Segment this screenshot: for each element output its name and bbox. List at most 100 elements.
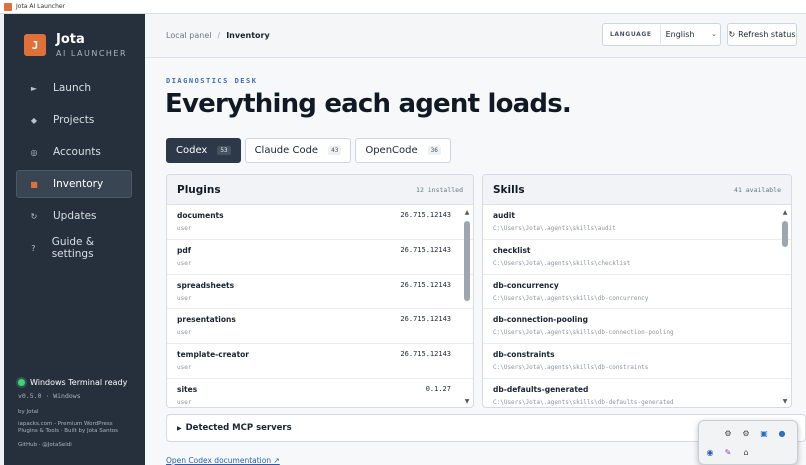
tab-codex[interactable]: Codex 53 [166, 138, 241, 163]
item-name: db-connection-pooling [493, 315, 588, 325]
item-version: 26.715.12143 [400, 245, 451, 254]
tab-label: Claude Code [254, 145, 319, 156]
item-name: db-constraints [493, 350, 555, 360]
brand: J Jota AI LAUNCHER [24, 32, 127, 58]
item-name: sites [177, 384, 198, 394]
pen-icon[interactable]: ✎ [723, 447, 733, 457]
window-title: Jota AI Launcher [16, 3, 66, 10]
list-item[interactable]: db-constraints C:\Users\Jota\.agents\ski… [483, 344, 791, 379]
sidebar-item-guide-settings[interactable]: ? Guide & settings [16, 234, 132, 262]
panel-count: 41 available [734, 185, 781, 194]
tab-count-badge: 43 [328, 146, 342, 155]
usb-icon[interactable]: ⌂ [741, 447, 751, 457]
status-text: Windows Terminal ready [30, 378, 128, 387]
sidebar: J Jota AI LAUNCHER ► Launch ◆ Projects ◎… [4, 14, 145, 465]
topbar: Local panel / Inventory LANGUAGE English ⌄… [145, 14, 806, 58]
item-version: 26.715.12143 [400, 211, 451, 219]
mcp-label: Detected MCP servers [185, 423, 292, 433]
refresh-label: Refresh status [738, 30, 796, 39]
panel-header: Skills 41 available [483, 175, 791, 205]
list-item[interactable]: presentations user 26.715.12143 [167, 309, 473, 345]
panel-header: Plugins 12 installed [167, 175, 473, 205]
panel-title: Skills [493, 183, 525, 196]
gear-icon[interactable]: ⚙ [723, 428, 733, 438]
open-docs-link[interactable]: Open Codex documentation ↗ [166, 456, 280, 465]
app-logo-icon [4, 2, 12, 11]
skills-list: audit C:\Users\Jota\.agents\skills\audit… [483, 205, 791, 407]
scrollbar-thumb[interactable] [464, 221, 470, 301]
sidebar-item-label: Guide & settings [51, 236, 95, 260]
terminal-status: Windows Terminal ready [18, 378, 127, 387]
brand-logo-icon: J [24, 34, 46, 56]
promo-link[interactable]: iapacks.com - Premium WordPress Plugins … [18, 421, 128, 435]
language-label: LANGUAGE [610, 31, 652, 38]
refresh-icon: ↻ [728, 30, 736, 39]
app-version: v0.5.0 · Windows [18, 392, 81, 400]
tab-opencode[interactable]: OpenCode 36 [355, 138, 451, 163]
sidebar-item-label: Accounts [53, 146, 101, 158]
sidebar-item-updates[interactable]: ↻ Updates [16, 202, 132, 230]
sidebar-item-inventory[interactable]: ■ Inventory [16, 170, 132, 198]
item-scope: user [177, 259, 192, 267]
skills-scrollbar[interactable]: ▲ ▼ [781, 209, 789, 405]
plugins-list: documents user 26.715.12143 pdf user 26.… [167, 205, 473, 407]
tab-label: Codex [176, 145, 208, 156]
sidebar-item-label: Inventory [53, 178, 104, 190]
agent-tabs: Codex 53 Claude Code 43 OpenCode 36 [166, 138, 455, 163]
plugins-panel: Plugins 12 installed documents user 26.7… [166, 174, 474, 408]
refresh-status-button[interactable]: ↻ Refresh status [727, 23, 797, 46]
diamond-icon: ◆ [30, 115, 38, 125]
list-item[interactable]: checklist C:\Users\Jota\.agents\skills\c… [483, 240, 791, 275]
square-icon: ■ [30, 179, 38, 189]
item-name: audit [493, 211, 515, 220]
panel-count: 12 installed [416, 185, 463, 194]
list-item[interactable]: spreadsheets user 26.715.12143 [167, 275, 473, 310]
scroll-down-icon[interactable]: ▼ [781, 398, 789, 405]
item-name: checklist [493, 245, 531, 255]
shield-icon[interactable]: ◉ [705, 447, 715, 457]
refresh-icon: ↻ [30, 211, 38, 221]
scroll-down-icon[interactable]: ▼ [463, 398, 471, 405]
list-item[interactable]: db-concurrency C:\Users\Jota\.agents\ski… [483, 275, 791, 310]
brand-subtitle: AI LAUNCHER [56, 49, 128, 58]
list-item[interactable]: audit C:\Users\Jota\.agents\skills\audit [483, 205, 791, 240]
list-item[interactable]: db-defaults-generated C:\Users\Jota\.age… [483, 379, 791, 407]
window-icon[interactable]: ▣ [759, 428, 769, 438]
list-item[interactable]: template-creator user 26.715.12143 [167, 344, 473, 379]
language-selector: LANGUAGE English ⌄ [602, 23, 721, 46]
tab-count-badge: 36 [427, 146, 441, 155]
item-scope: user [177, 294, 192, 302]
item-name: db-defaults-generated [493, 384, 589, 394]
item-version: 26.715.12143 [400, 350, 451, 359]
breadcrumb-root[interactable]: Local panel [166, 31, 211, 40]
window-titlebar: Jota AI Launcher [0, 0, 806, 14]
item-scope: user [177, 225, 192, 232]
circle-icon[interactable]: ● [777, 428, 787, 438]
item-name: db-concurrency [493, 280, 559, 290]
section-eyebrow: DIAGNOSTICS DESK [166, 77, 258, 85]
tab-claude-code[interactable]: Claude Code 43 [244, 138, 352, 163]
item-path: C:\Users\Jota\.agents\skills\db-constrai… [493, 364, 649, 372]
skills-panel: Skills 41 available audit C:\Users\Jota\… [482, 174, 792, 408]
list-item[interactable]: db-connection-pooling C:\Users\Jota\.age… [483, 309, 791, 345]
sidebar-item-launch[interactable]: ► Launch [16, 74, 132, 102]
chevron-down-icon: ⌄ [711, 30, 717, 38]
list-item[interactable]: sites user 0.1.27 [167, 379, 473, 407]
item-scope: user [177, 364, 192, 372]
scroll-up-icon[interactable]: ▲ [463, 209, 471, 216]
sidebar-item-label: Updates [53, 210, 97, 222]
target-icon: ◎ [30, 147, 38, 157]
list-item[interactable]: documents user 26.715.12143 [167, 205, 473, 240]
gear-icon[interactable]: ⚙ [741, 428, 751, 438]
sidebar-item-label: Launch [53, 82, 92, 94]
scrollbar-thumb[interactable] [782, 221, 788, 247]
system-tray-popup: ⚙ ⚙ ▣ ● ◉ ✎ ⌂ [698, 420, 798, 465]
plugins-scrollbar[interactable]: ▲ ▼ [463, 209, 471, 405]
sidebar-item-projects[interactable]: ◆ Projects [16, 106, 132, 134]
language-select[interactable]: English ⌄ [659, 25, 720, 44]
list-item[interactable]: pdf user 26.715.12143 [167, 240, 473, 275]
github-link[interactable]: GitHub · @JotaSeldi [18, 442, 72, 448]
sidebar-item-accounts[interactable]: ◎ Accounts [16, 138, 132, 166]
play-icon: ► [30, 83, 38, 93]
scroll-up-icon[interactable]: ▲ [781, 209, 789, 216]
